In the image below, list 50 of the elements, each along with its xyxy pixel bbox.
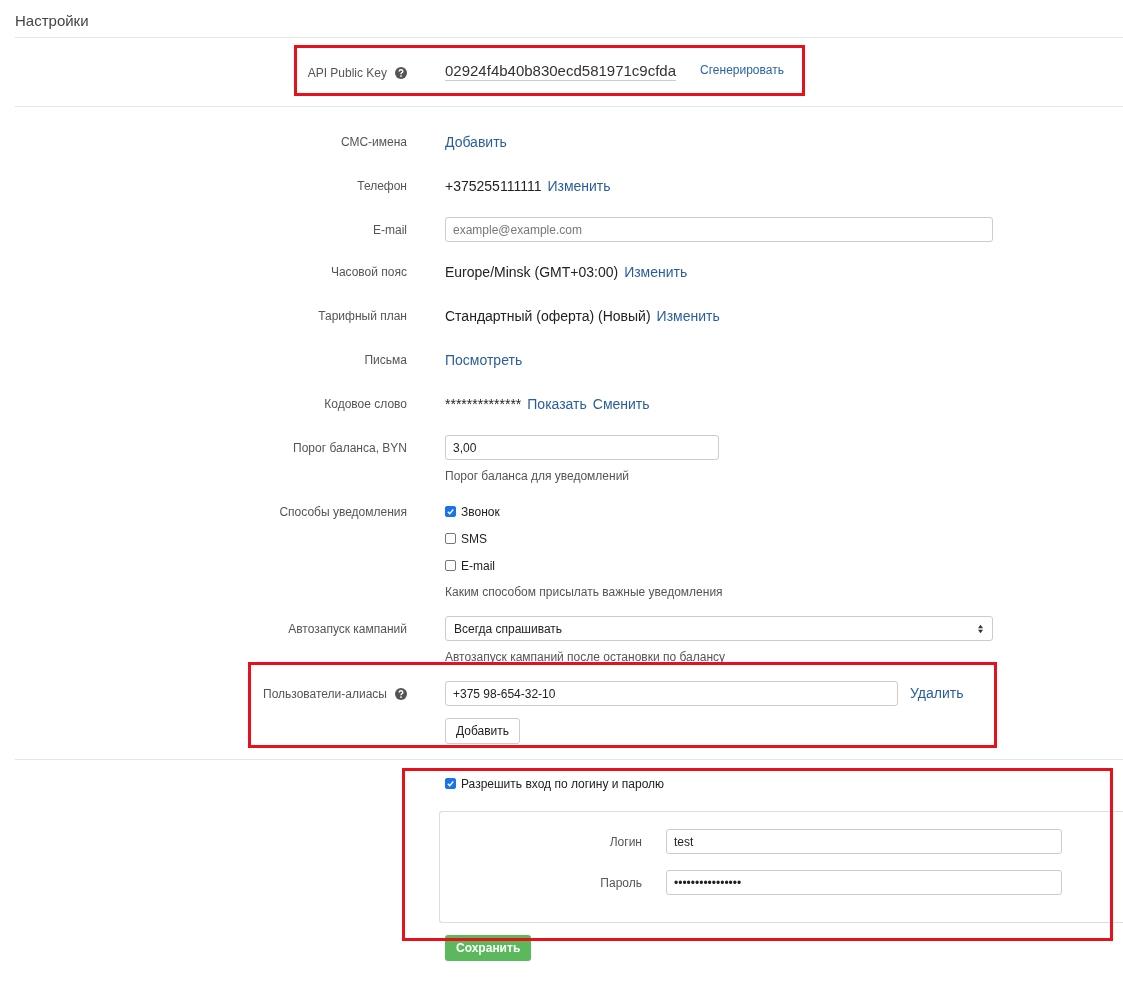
field-value: +375255111111	[445, 177, 542, 194]
generate-link[interactable]: Сгенерировать	[700, 62, 784, 77]
field-label: Часовой пояс	[330, 264, 407, 280]
checkbox[interactable]	[445, 560, 456, 571]
action-link[interactable]: Сменить	[592, 395, 650, 412]
alias-phone-field[interactable]: +375 98-654-32-10	[445, 681, 898, 706]
help-icon[interactable]	[395, 688, 407, 700]
input-field[interactable]: test	[666, 829, 1062, 854]
field-label: Кодовое слово	[324, 396, 407, 412]
field-label: Порог баланса, BYN	[293, 440, 407, 456]
checkbox[interactable]	[445, 506, 456, 517]
field-label: Телефон	[357, 178, 407, 194]
action-link[interactable]: Изменить	[624, 263, 688, 280]
help-text: Автозапуск кампаний после остановки по балансу	[445, 650, 727, 664]
help-icon[interactable]	[395, 67, 407, 79]
page-title: Настройки	[15, 11, 90, 31]
field-label: API Public Key	[307, 65, 387, 81]
field-value: Europe/Minsk (GMT+03:00)	[445, 263, 619, 280]
select-dropdown[interactable]: Всегда спрашивать	[445, 616, 993, 641]
field-label: Способы уведомления	[279, 504, 407, 520]
checkbox-label: E-mail	[461, 558, 495, 573]
field-label: Тарифный план	[318, 308, 407, 324]
field-label: Письма	[364, 352, 407, 368]
api-key-value: 02924f4b40b830ecd581971c9cfda	[445, 58, 677, 81]
sort-arrows-icon	[977, 623, 984, 634]
input-field[interactable]: 3,00	[445, 435, 719, 460]
field-label: СМС-имена	[340, 134, 407, 150]
checkbox-label: Разрешить вход по логину и паролю	[461, 776, 665, 791]
action-link[interactable]: Изменить	[656, 307, 720, 324]
checkbox[interactable]	[445, 533, 456, 544]
field-value: Стандартный (оферта) (Новый)	[445, 307, 651, 324]
field-label: E-mail	[373, 222, 407, 238]
input-field[interactable]: example@example.com	[445, 217, 993, 242]
action-link[interactable]: Изменить	[547, 177, 611, 194]
add-button[interactable]: Добавить	[445, 718, 521, 744]
checkbox-label: SMS	[461, 531, 487, 546]
field-label: Автозапуск кампаний	[288, 621, 407, 637]
input-field[interactable]: ••••••••••••••••	[666, 870, 1062, 895]
field-label: Пароль	[599, 875, 642, 890]
checkbox[interactable]	[445, 778, 456, 789]
action-link[interactable]: Добавить	[445, 133, 507, 150]
delete-link[interactable]: Удалить	[910, 684, 964, 701]
checkbox-label: Звонок	[461, 504, 500, 519]
help-text: Порог баланса для уведомлений	[445, 469, 631, 483]
field-value: **************	[445, 395, 522, 412]
help-text: Каким способом присылать важные уведомления	[445, 585, 724, 599]
action-link[interactable]: Показать	[527, 395, 587, 412]
field-label: Пользователи-алиасы	[263, 686, 387, 702]
action-link[interactable]: Посмотреть	[445, 351, 523, 368]
field-label: Логин	[608, 834, 642, 849]
